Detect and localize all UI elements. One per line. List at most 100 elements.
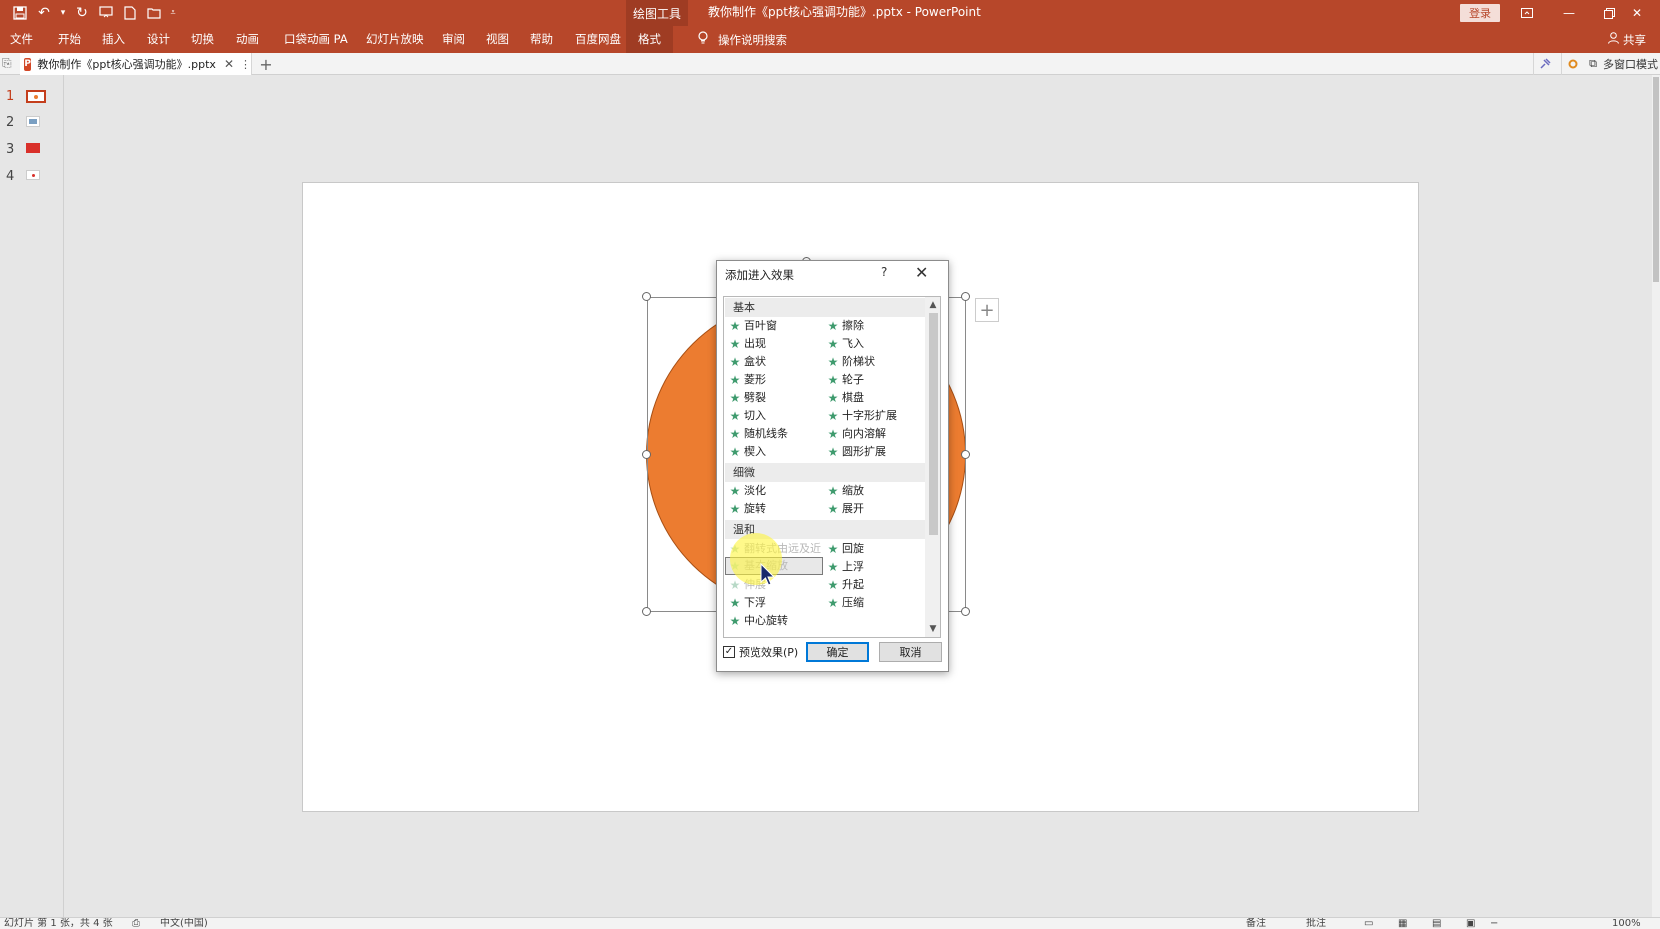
tab-slideshow[interactable]: 幻灯片放映 [366,26,424,53]
star-icon: ★ [729,373,741,387]
effect-item[interactable]: ★ 擦除 [824,317,864,335]
effect-item[interactable]: ★ 随机线条 [726,425,788,443]
cancel-button[interactable]: 取消 [879,642,942,662]
start-from-beginning-icon[interactable] [94,3,118,23]
star-icon: ★ [827,578,839,592]
effect-item[interactable]: ★ 盒状 [726,353,766,371]
tab-format[interactable]: 格式 [626,26,673,53]
effect-item[interactable]: ★ 上浮 [824,558,864,576]
resize-handle-right[interactable] [961,450,970,459]
slide-sorter-icon[interactable]: ▦ [1398,918,1407,929]
zoom-out-icon[interactable]: − [1490,918,1498,929]
tab-insert[interactable]: 插入 [102,26,125,53]
slide-thumbnail-2[interactable]: 2 [0,111,60,135]
tab-baidu-netdisk[interactable]: 百度网盘 [575,26,621,53]
login-button[interactable]: 登录 [1460,4,1500,22]
share-button[interactable]: 共享 [1608,26,1646,53]
effect-item[interactable]: ★ 回旋 [824,540,864,558]
effect-item[interactable]: ★ 展开 [824,500,864,518]
tab-pocket-animation[interactable]: 口袋动画 PA [284,26,348,53]
customize-qat-icon[interactable]: ⩡ [166,3,180,23]
slide-preview [26,116,40,127]
notes-button[interactable]: 备注 [1246,918,1266,929]
effect-item[interactable]: ★ 百叶窗 [726,317,777,335]
tab-help[interactable]: 帮助 [530,26,553,53]
back-icon[interactable]: ⎘ [2,56,12,71]
effect-item[interactable]: ★ 阶梯状 [824,353,875,371]
open-folder-icon[interactable] [142,3,166,23]
tab-more-icon[interactable]: ⋮ [240,58,251,71]
effect-item[interactable]: ★ 旋转 [726,500,766,518]
scrollbar-thumb[interactable] [1653,77,1659,282]
effect-item[interactable]: ★ 劈裂 [726,389,766,407]
reading-view-icon[interactable]: ▤ [1432,918,1441,929]
effect-item[interactable]: ★ 飞入 [824,335,864,353]
effect-item[interactable]: ★ 菱形 [726,371,766,389]
effect-item[interactable]: ★ 缩放 [824,482,864,500]
comments-button[interactable]: 批注 [1306,918,1326,929]
effect-item[interactable]: ★ 升起 [824,576,864,594]
list-scrollbar[interactable]: ▲ ▼ [925,297,940,637]
effect-item[interactable]: ★ 出现 [726,335,766,353]
tab-design[interactable]: 设计 [147,26,170,53]
effect-item[interactable]: ★ 切入 [726,407,766,425]
tab-transitions[interactable]: 切换 [191,26,214,53]
dialog-title: 添加进入效果 [725,268,794,282]
effect-item[interactable]: ★ 十字形扩展 [824,407,897,425]
effect-item[interactable]: ★ 下浮 [726,594,766,612]
resize-handle-bottom-right[interactable] [961,607,970,616]
tab-review[interactable]: 审阅 [442,26,465,53]
resize-handle-bottom-left[interactable] [642,607,651,616]
slideshow-icon[interactable]: ▣ [1466,918,1475,929]
tab-home[interactable]: 开始 [58,26,81,53]
resize-handle-top-left[interactable] [642,292,651,301]
scroll-down-icon[interactable]: ▼ [925,622,940,636]
multi-window-icon[interactable]: ⧉ [1589,57,1597,71]
slide-thumbnail-1[interactable]: 1 [0,85,60,109]
effect-item[interactable]: ★ 淡化 [726,482,766,500]
language-indicator[interactable]: 中文(中国) [160,918,208,929]
ribbon-display-icon[interactable] [1504,0,1550,26]
list-scrollbar-thumb[interactable] [929,313,938,535]
close-tab-icon[interactable]: ✕ [224,57,234,71]
preview-checkbox[interactable]: ✓ [723,646,735,658]
zoom-level[interactable]: 100% [1612,918,1641,929]
new-file-icon[interactable] [118,3,142,23]
help-icon[interactable]: ? [881,265,887,279]
ok-button[interactable]: 确定 [806,642,869,662]
settings-gear-icon[interactable] [1561,53,1583,75]
multi-window-label[interactable]: 多窗口模式 [1603,56,1658,72]
dropdown-icon[interactable]: ▾ [56,3,70,23]
effect-item[interactable]: ★ 棋盘 [824,389,864,407]
spellcheck-icon[interactable]: ⎙ [132,918,140,929]
tab-view[interactable]: 视图 [486,26,509,53]
preview-effect-option[interactable]: ✓ 预览效果(P) [723,644,798,660]
lightbulb-icon [698,31,708,48]
tab-animations[interactable]: 动画 [236,26,259,53]
document-tab[interactable]: P 教你制作《ppt核心强调功能》.pptx ✕ ⋮ [20,53,252,75]
undo-icon[interactable]: ↶ [32,3,56,23]
vertical-scrollbar[interactable] [1652,75,1660,917]
slide-thumbnail-3[interactable]: 3 [0,138,60,162]
dialog-close-icon[interactable]: ✕ [915,263,928,282]
resize-handle-left[interactable] [642,450,651,459]
save-icon[interactable] [8,3,32,23]
effect-item[interactable]: ★ 轮子 [824,371,864,389]
scroll-up-icon[interactable]: ▲ [925,298,940,312]
layout-options-plus-icon[interactable]: + [975,298,999,322]
effect-item[interactable]: ★ 楔入 [726,443,766,461]
tab-file[interactable]: 文件 [10,26,33,53]
effect-list[interactable]: 基本 ★ 百叶窗 ★ 擦除 ★ 出现 ★ 飞入 ★ 盒状 ★ 阶梯状 ★ 菱形 ★ 轮子 ★ 劈裂… [723,296,941,638]
slide-thumbnail-4[interactable]: 4 [0,165,60,189]
effect-item[interactable]: ★ 压缩 [824,594,864,612]
add-tab-button[interactable]: + [256,53,276,75]
pin-icon[interactable] [1533,53,1555,75]
close-icon[interactable]: ✕ [1614,0,1660,26]
tell-me-search[interactable]: 操作说明搜索 [698,26,787,53]
effect-item[interactable]: ★ 圆形扩展 [824,443,886,461]
effect-item[interactable]: ★ 向内溶解 [824,425,886,443]
redo-icon[interactable]: ↻ [70,3,94,23]
effect-item[interactable]: ★ 中心旋转 [726,612,788,630]
resize-handle-top-right[interactable] [961,292,970,301]
normal-view-icon[interactable]: ▭ [1364,918,1373,929]
